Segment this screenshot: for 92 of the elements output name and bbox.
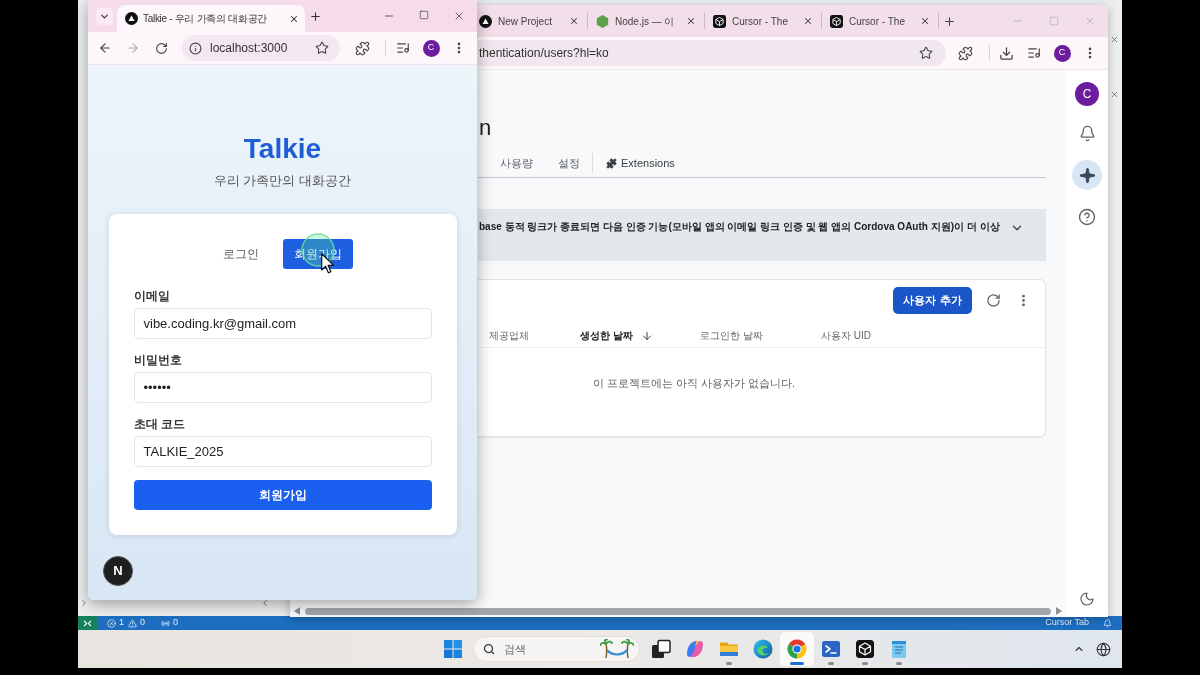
new-tab-icon[interactable]	[942, 14, 956, 28]
info-icon[interactable]	[189, 41, 202, 55]
banner-text: base 동적 링크가 종료되면 다음 인증 기능(모바일 앱의 이메일 링크 인증 및 웹 앱의 Cordova OAuth 지원)이 더 이상	[479, 220, 1001, 234]
text-field[interactable]: TALKIE_2025	[133, 436, 432, 467]
remote-icon	[83, 619, 92, 627]
column-header[interactable]: 사용자 UID	[821, 328, 871, 343]
remote-button[interactable]	[78, 616, 97, 630]
dev-tools-button[interactable]: N	[103, 556, 133, 586]
wave-logo-icon[interactable]	[753, 639, 773, 659]
status-item[interactable]: 0	[161, 616, 179, 630]
moon-icon[interactable]	[1079, 591, 1095, 607]
empty-message: 이 프로젝트에는 아직 사용자가 없습니다.	[592, 375, 796, 391]
overlapping-squares-icon[interactable]	[651, 639, 671, 659]
refresh-icon[interactable]	[986, 293, 1001, 308]
app-title: Talkie	[243, 132, 322, 166]
page-tab[interactable]: 사용량	[500, 154, 533, 172]
close-icon[interactable]	[569, 16, 579, 26]
field-label: 이메일	[133, 289, 170, 303]
address-bar[interactable]: thentication/users?hl=ko	[478, 40, 946, 66]
browser-tab[interactable]: Node.js — 이	[588, 8, 704, 34]
field-label: 초대 코드	[133, 417, 185, 431]
page-tab[interactable]: 설정	[558, 154, 580, 172]
signup-button[interactable]: 회원가입	[133, 480, 432, 510]
new-tab-icon[interactable]	[308, 9, 322, 23]
status-item[interactable]: Cursor Tab	[1045, 616, 1089, 630]
auth-tab[interactable]: 로그인	[206, 239, 276, 269]
close-icon[interactable]	[686, 16, 696, 26]
account-avatar[interactable]: C	[1075, 82, 1099, 106]
warning-icon	[128, 618, 137, 628]
cube-logo-icon	[713, 14, 726, 28]
chevron-left-icon[interactable]	[260, 598, 270, 608]
page-heading: n	[479, 114, 492, 142]
browser-tab[interactable]: Cursor - The	[705, 8, 821, 34]
puzzle-icon[interactable]	[957, 45, 973, 61]
add-user-button[interactable]: 사용자 추가	[893, 287, 972, 314]
download-icon[interactable]	[998, 45, 1014, 61]
back-icon[interactable]	[98, 41, 112, 55]
status-item[interactable]: 0	[128, 616, 146, 630]
close-icon[interactable]	[289, 13, 299, 24]
globe-icon[interactable]	[1096, 641, 1111, 657]
cube-logo-icon	[830, 14, 843, 28]
notepad-icon[interactable]	[889, 639, 909, 659]
search-field[interactable]: 검색	[473, 636, 640, 662]
tab-list-button[interactable]	[96, 7, 113, 25]
browser-tab[interactable]: New Project	[478, 8, 587, 34]
scroll-right-icon[interactable]	[1056, 607, 1062, 615]
field-label: 비밀번호	[133, 353, 182, 367]
scroll-left-icon[interactable]	[294, 607, 300, 615]
address-bar[interactable]: localhost:3000	[182, 35, 340, 61]
bookmark-star-icon[interactable]	[315, 41, 329, 55]
column-header[interactable]: 로그인한 날짜	[700, 328, 763, 343]
error-icon	[107, 618, 116, 628]
circle-logo-icon[interactable]	[787, 639, 807, 659]
sort-arrow-icon[interactable]	[640, 329, 653, 342]
auth-tab[interactable]: 회원가입	[283, 239, 353, 269]
sparkle-icon[interactable]	[1078, 166, 1096, 184]
swirl-logo-icon[interactable]	[685, 639, 705, 659]
cube-logo-icon[interactable]	[855, 639, 875, 659]
profile-avatar[interactable]: C	[1053, 44, 1071, 62]
browser-tab[interactable]: Cursor - The	[822, 8, 938, 34]
puzzle-icon	[606, 157, 617, 169]
text-field[interactable]: vibe.coding.kr@gmail.com	[133, 308, 432, 339]
puzzle-icon[interactable]	[354, 40, 370, 56]
bookmark-star-icon[interactable]	[919, 46, 933, 60]
terminal-icon[interactable]	[821, 639, 841, 659]
profile-avatar[interactable]: C	[422, 39, 440, 57]
antenna-icon	[161, 618, 171, 628]
maximize-icon[interactable]	[418, 10, 429, 20]
media-queue-icon[interactable]	[396, 41, 410, 55]
chevron-right-icon[interactable]	[79, 598, 89, 608]
scrollbar-thumb[interactable]	[305, 607, 1051, 615]
close-icon[interactable]	[920, 16, 930, 26]
palm-trees-icon	[600, 639, 634, 659]
bell-icon[interactable]	[1103, 618, 1112, 628]
hexagon-logo-icon	[596, 14, 609, 28]
text-field[interactable]: ••••••	[133, 372, 432, 403]
triangle-logo-icon	[125, 12, 138, 25]
page-tab[interactable]: Extensions	[606, 154, 675, 172]
search-icon	[483, 643, 495, 655]
rail-button[interactable]	[1072, 160, 1102, 190]
column-header[interactable]: 생성한 날짜	[580, 328, 633, 343]
reload-icon[interactable]	[154, 41, 168, 55]
bell-icon[interactable]	[1078, 124, 1096, 142]
triangle-logo-icon	[479, 14, 492, 28]
column-header[interactable]: 제공업체	[489, 328, 529, 343]
start-icon[interactable]	[444, 640, 462, 658]
close-icon[interactable]	[803, 16, 813, 26]
browser-tab[interactable]: Talkie - 우리 가족의 대화공간	[117, 5, 305, 32]
app-subtitle: 우리 가족만의 대화공간	[213, 172, 352, 190]
help-icon[interactable]	[1078, 208, 1096, 226]
media-queue-icon[interactable]	[1027, 46, 1041, 60]
status-item[interactable]: 1	[107, 616, 124, 630]
